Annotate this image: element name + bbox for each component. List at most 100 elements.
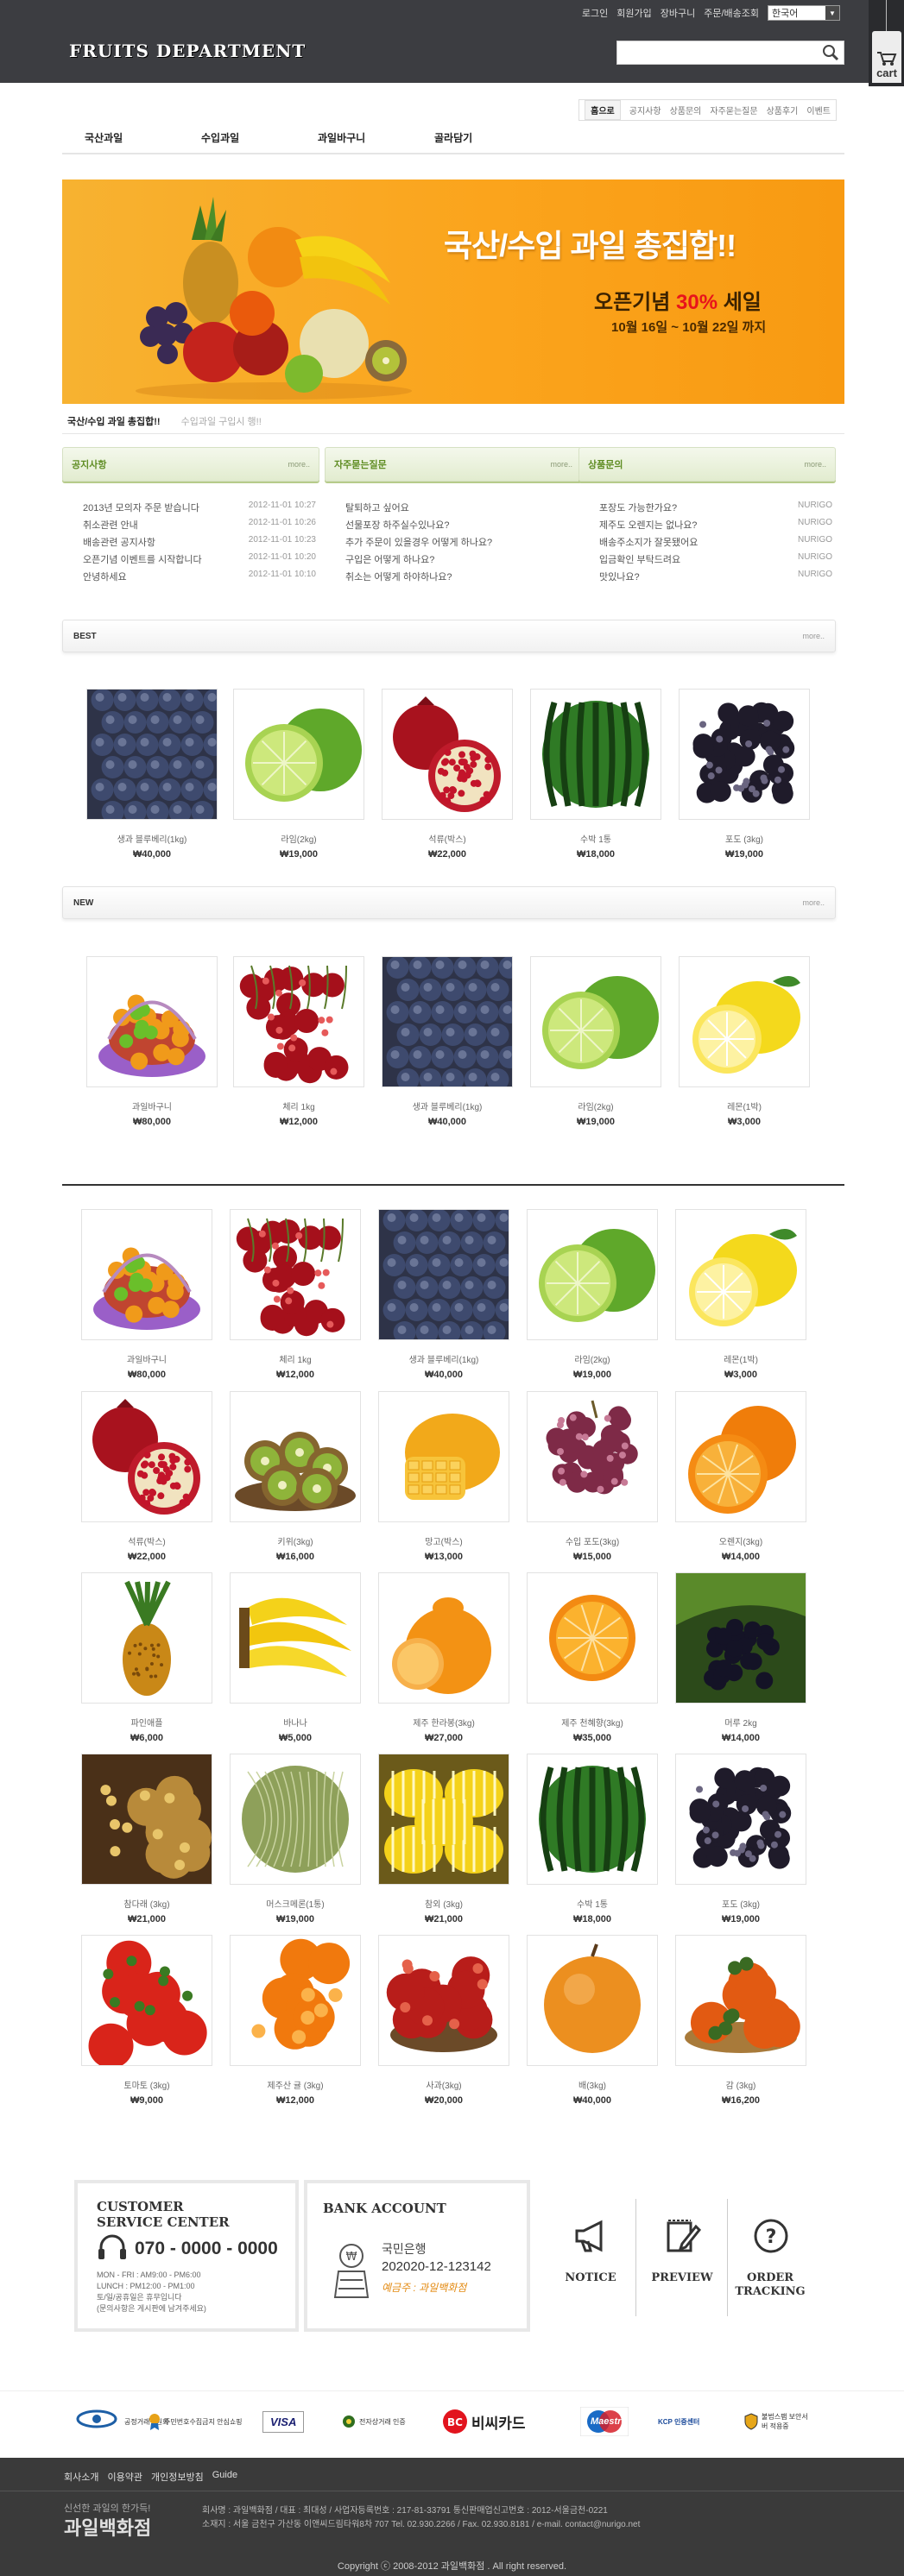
product-image[interactable] [527,1391,658,1522]
product-card[interactable]: 제주 천혜향(3kg) ₩35,000 [527,1572,658,1743]
safe-shopping-logo[interactable]: 주민번호수집금지 안심쇼핑 [149,2404,243,2439]
product-name[interactable]: 석류(박스) [81,1534,212,1547]
list-item[interactable]: 취소관련 안내 2012-11-01 10:26 [62,518,319,535]
list-item[interactable]: 안녕하세요 2012-11-01 10:10 [62,570,319,587]
language-select[interactable]: 한국어 ▼ [768,5,840,21]
product-card[interactable]: 제주산 귤 (3kg) ₩12,000 [230,1935,361,2106]
nav-domestic-fruit[interactable]: 국산과일 [62,130,179,145]
product-card[interactable]: 참다래 (3kg) ₩21,000 [81,1754,212,1924]
list-item[interactable]: 선물포장 하주실수있나요? [325,518,582,535]
cart-link[interactable]: 장바구니 [661,6,695,20]
product-image[interactable] [530,689,661,820]
product-image[interactable] [527,1935,658,2066]
more-link[interactable]: more.. [802,632,825,640]
product-card[interactable]: 수입 포도(3kg) ₩15,000 [527,1391,658,1562]
list-item[interactable]: 추가 주문이 있을경우 어떻게 하나요? [325,535,582,552]
product-image[interactable] [679,689,810,820]
product-name[interactable]: 수박 1통 [530,832,661,845]
product-image[interactable] [530,956,661,1087]
product-image[interactable] [81,1754,212,1885]
product-image[interactable] [86,956,218,1087]
product-card[interactable]: 라임(2kg) ₩19,000 [527,1209,658,1380]
product-card[interactable]: 참외 (3kg) ₩21,000 [378,1754,509,1924]
product-name[interactable]: 석류(박스) [382,832,513,845]
product-name[interactable]: 오렌지(3kg) [675,1534,806,1547]
product-image[interactable] [675,1391,806,1522]
order-tracking-quick-link[interactable]: ? ORDER TRACKING [734,2192,806,2321]
product-card[interactable]: 생과 블루베리(1kg) ₩40,000 [382,956,513,1127]
product-card[interactable]: 수박 1통 ₩18,000 [527,1754,658,1924]
product-name[interactable]: 제주 천혜향(3kg) [527,1716,658,1729]
product-image[interactable] [675,1209,806,1340]
product-card[interactable]: 제주 한라봉(3kg) ₩27,000 [378,1572,509,1743]
product-card[interactable]: 망고(박스) ₩13,000 [378,1391,509,1562]
site-logo[interactable]: FRUITS DEPARTMENT [69,41,306,61]
more-link[interactable]: more.. [802,898,825,907]
product-card[interactable]: 사과(3kg) ₩20,000 [378,1935,509,2106]
list-item[interactable]: 오픈기념 이벤트를 시작합니다 2012-11-01 10:20 [62,552,319,570]
product-card[interactable]: 라임(2kg) ₩19,000 [530,956,661,1127]
product-image[interactable] [233,689,364,820]
banner-tab-2[interactable]: 수입과일 구입시 행!! [181,414,262,428]
product-card[interactable]: 레몬(1박) ₩3,000 [675,1209,806,1380]
visa-logo[interactable]: VISA [262,2404,305,2439]
product-image[interactable] [675,1935,806,2066]
product-name[interactable]: 바나나 [230,1716,361,1729]
list-item[interactable]: 배송주소지가 잘못됐어요 NURIGO [578,535,836,552]
product-name[interactable]: 토마토 (3kg) [81,2078,212,2091]
product-card[interactable]: 키위(3kg) ₩16,000 [230,1391,361,1562]
product-card[interactable]: 바나나 ₩5,000 [230,1572,361,1743]
product-image[interactable] [378,1572,509,1704]
product-card[interactable]: 생과 블루베리(1kg) ₩40,000 [86,689,218,860]
bc-card-logo[interactable]: BC 비씨카드 [442,2404,526,2439]
nav-qna[interactable]: 상품문의 [670,104,702,117]
footer-link-about[interactable]: 회사소개 [64,2470,98,2484]
product-name[interactable]: 과일바구니 [81,1352,212,1365]
join-link[interactable]: 회원가입 [616,6,651,20]
product-name[interactable]: 머루 2kg [675,1716,806,1729]
product-name[interactable]: 레몬(1박) [675,1352,806,1365]
product-name[interactable]: 제주 한라봉(3kg) [378,1716,509,1729]
product-image[interactable] [675,1754,806,1885]
product-image[interactable] [81,1572,212,1704]
list-item[interactable]: 포장도 가능한가요? NURIGO [578,501,836,518]
board-title[interactable]: 공지사항 [72,457,106,471]
product-name[interactable]: 참외 (3kg) [378,1897,509,1910]
product-card[interactable]: 배(3kg) ₩40,000 [527,1935,658,2106]
product-card[interactable]: 석류(박스) ₩22,000 [382,689,513,860]
product-card[interactable]: 과일바구니 ₩80,000 [86,956,218,1127]
ecommerce-cert-logo[interactable]: 전자상거래 인증 [342,2404,406,2439]
notice-quick-link[interactable]: NOTICE [554,2192,627,2321]
product-card[interactable]: 체리 1kg ₩12,000 [233,956,364,1127]
nav-home[interactable]: 홈으로 [585,100,621,120]
list-item[interactable]: 취소는 어떻게 하야하나요? [325,570,582,587]
product-name[interactable]: 수박 1통 [527,1897,658,1910]
spam-security-logo[interactable]: 불법스팸 보안서버 적용중 [744,2404,813,2439]
order-tracking-link[interactable]: 주문/배송조회 [704,6,759,20]
product-image[interactable] [230,1391,361,1522]
maestro-logo[interactable]: Maestro [580,2404,629,2439]
banner-tab-1[interactable]: 국산/수입 과일 총집합!! [62,414,161,428]
product-image[interactable] [527,1209,658,1340]
preview-quick-link[interactable]: PREVIEW [646,2192,718,2321]
product-name[interactable]: 체리 1kg [230,1352,361,1365]
search-button[interactable] [819,41,843,64]
footer-link-privacy[interactable]: 개인정보방침 [151,2470,204,2484]
product-name[interactable]: 포도 (3kg) [679,832,810,845]
product-image[interactable] [230,1572,361,1704]
product-name[interactable]: 레몬(1박) [679,1099,810,1112]
product-card[interactable]: 오렌지(3kg) ₩14,000 [675,1391,806,1562]
product-card[interactable]: 포도 (3kg) ₩19,000 [675,1754,806,1924]
product-name[interactable]: 배(3kg) [527,2078,658,2091]
product-card[interactable]: 머루 2kg ₩14,000 [675,1572,806,1743]
product-name[interactable]: 생과 블루베리(1kg) [378,1352,509,1365]
nav-notice[interactable]: 공지사항 [629,104,661,117]
more-link[interactable]: more.. [804,460,826,469]
product-name[interactable]: 참다래 (3kg) [81,1897,212,1910]
product-image[interactable] [675,1572,806,1704]
footer-link-terms[interactable]: 이용약관 [107,2470,142,2484]
list-item[interactable]: 탈퇴하고 싶어요 [325,501,582,518]
nav-pick-and-choose[interactable]: 골라담기 [412,130,528,145]
product-card[interactable]: 라임(2kg) ₩19,000 [233,689,364,860]
product-image[interactable] [86,689,218,820]
